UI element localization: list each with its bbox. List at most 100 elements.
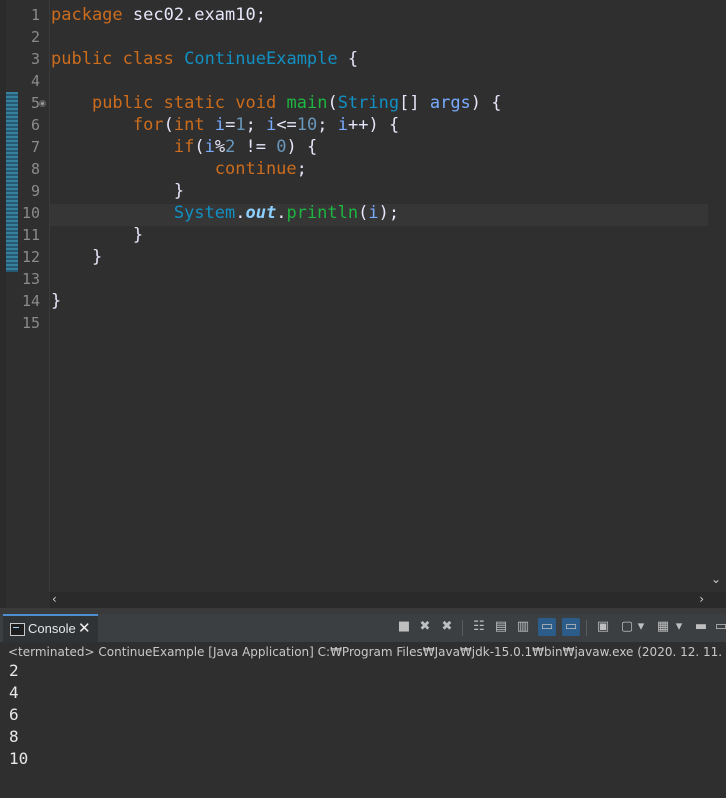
code-token: ;	[296, 159, 307, 179]
code-token: <=	[276, 115, 297, 135]
stop-icon[interactable]: ■	[395, 618, 413, 636]
code-token: main	[286, 93, 328, 113]
word-wrap-icon[interactable]: ▥	[514, 618, 532, 636]
line-number: 2	[30, 28, 40, 46]
vertical-scrollbar[interactable]: ⌄	[708, 0, 726, 592]
scroll-right-icon[interactable]: ›	[699, 592, 704, 606]
scroll-lock-icon[interactable]: ▤	[492, 618, 510, 636]
line-number: 9	[30, 182, 40, 200]
code-line[interactable]: continue;	[51, 159, 307, 179]
code-line[interactable]: public static void main(String[] args) {	[51, 93, 502, 113]
code-token: i	[337, 115, 349, 135]
code-token: %	[214, 137, 226, 157]
code-token: String	[337, 93, 400, 113]
code-token: public	[51, 49, 113, 69]
console-toolbar: ■ ✖ ✖ ☷ ▤ ▥ ▭ ▭ ▣ ▢ ▾ ▦ ▾ ▬ ▭	[392, 618, 726, 638]
process-status-line: <terminated> ContinueExample [Java Appli…	[0, 642, 726, 660]
line-number: 4	[30, 72, 40, 90]
code-token: (	[358, 203, 369, 223]
output-line: 2	[9, 661, 19, 680]
code-token: ) {	[470, 93, 502, 113]
chevron-down-icon[interactable]: ▾	[636, 618, 646, 636]
code-token: continue	[214, 159, 297, 179]
code-token: i	[368, 203, 379, 223]
display-selected-console-icon[interactable]: ▢	[618, 618, 636, 636]
minimize-icon[interactable]: ▬	[692, 618, 710, 636]
scroll-left-icon[interactable]: ‹	[52, 592, 57, 606]
remove-launch-icon[interactable]: ✖	[416, 618, 434, 636]
code-token: );	[378, 203, 400, 223]
code-line[interactable]: package sec02.exam10;	[51, 5, 266, 25]
output-line: 8	[9, 727, 19, 746]
code-token: }	[51, 247, 103, 267]
code-token: 0	[276, 137, 287, 157]
code-line[interactable]: }	[51, 225, 143, 245]
tab-console[interactable]: Console ✕	[3, 614, 98, 642]
code-token: for	[132, 115, 164, 135]
line-number: 12	[21, 248, 40, 266]
toolbar-separator	[462, 620, 463, 636]
code-line[interactable]: }	[51, 181, 184, 201]
line-number: 3	[30, 50, 40, 68]
code-token: .	[276, 203, 287, 223]
code-line[interactable]: for(int i=1; i<=10; i++) {	[51, 115, 399, 135]
code-token: public	[91, 93, 154, 113]
code-token: }	[51, 291, 62, 311]
code-token: .	[235, 203, 246, 223]
code-token: System	[173, 203, 236, 223]
code-token: 2	[225, 137, 236, 157]
line-number: 10	[21, 204, 40, 222]
line-number: 5	[30, 94, 40, 112]
open-console-icon[interactable]: ▦	[654, 618, 672, 636]
code-token: args	[429, 93, 471, 113]
code-line[interactable]: System.out.println(i);	[51, 203, 399, 223]
pin-console-icon[interactable]: ▣	[594, 618, 612, 636]
chevron-down-icon[interactable]: ▾	[674, 618, 684, 636]
output-line: 4	[9, 683, 19, 702]
show-when-stderr-icon[interactable]: ▭	[562, 618, 580, 636]
remove-all-terminated-icon[interactable]: ✖	[438, 618, 456, 636]
show-when-stdout-icon[interactable]: ▭	[538, 618, 556, 636]
code-line[interactable]: public class ContinueExample {	[51, 49, 358, 69]
code-token: 10	[296, 115, 318, 135]
code-line[interactable]: if(i%2 != 0) {	[51, 137, 317, 157]
scrollbar-corner	[708, 592, 726, 608]
code-token: int	[173, 115, 205, 135]
code-line[interactable]: }	[51, 247, 102, 267]
code-token: ;	[317, 115, 338, 135]
code-token: println	[286, 203, 359, 223]
console-output[interactable]: 2 4 6 8 10	[0, 660, 726, 798]
code-token: out	[245, 203, 277, 223]
code-token: }	[51, 225, 144, 245]
scroll-down-icon[interactable]: ⌄	[711, 572, 721, 586]
line-number: 7	[30, 138, 40, 156]
horizontal-scrollbar[interactable]: ‹ ›	[50, 592, 708, 608]
code-line[interactable]: }	[51, 291, 61, 311]
clear-console-icon[interactable]: ☷	[470, 618, 488, 636]
line-number: 1	[30, 6, 40, 24]
output-line: 10	[9, 749, 29, 768]
output-line: 6	[9, 705, 19, 724]
line-number: 14	[21, 292, 40, 310]
code-token: i	[214, 115, 226, 135]
code-token: ++) {	[348, 115, 400, 135]
fold-toggle-icon[interactable]	[39, 100, 46, 107]
code-token: (	[327, 93, 338, 113]
code-token: class	[122, 49, 174, 69]
code-token: sec02.exam10;	[122, 5, 266, 25]
code-token: void	[235, 93, 277, 113]
code-editor[interactable]: 1 2 3 4 5 6 7 8 9 10 11 12 13 14 15 package sec02.exam…	[0, 0, 726, 612]
code-token: ContinueExample	[184, 49, 338, 69]
maximize-icon[interactable]: ▭	[712, 618, 726, 636]
code-token: (	[194, 137, 205, 157]
close-icon[interactable]: ✕	[78, 619, 91, 637]
code-text-area[interactable]	[50, 0, 708, 592]
